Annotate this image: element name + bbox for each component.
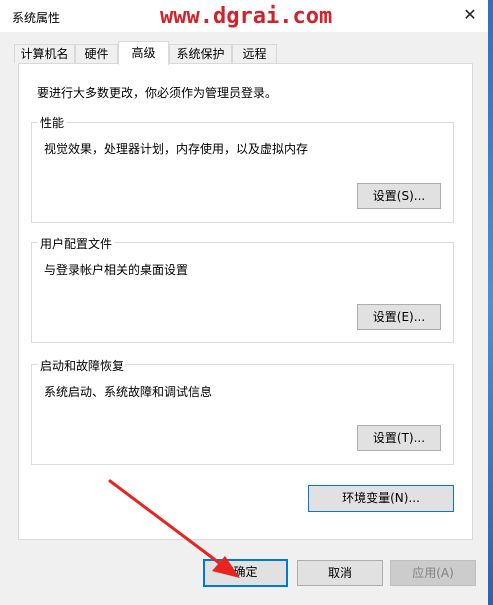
- group-startup-title: 启动和故障恢复: [38, 357, 127, 374]
- profiles-settings-button[interactable]: 设置(E)...: [357, 304, 441, 330]
- group-startup-desc: 系统启动、系统故障和调试信息: [44, 385, 213, 399]
- tab-remote[interactable]: 远程: [232, 44, 277, 63]
- watermark-text: www.dgrai.com: [160, 4, 333, 29]
- group-performance-desc: 视觉效果，处理器计划，内存使用，以及虚拟内存: [44, 142, 309, 156]
- admin-note: 要进行大多数更改，你必须作为管理员登录。: [37, 86, 278, 100]
- group-profiles-desc: 与登录帐户相关的桌面设置: [44, 263, 189, 277]
- performance-settings-button[interactable]: 设置(S)...: [357, 183, 441, 209]
- ok-button[interactable]: 确定: [203, 559, 288, 587]
- tab-advanced[interactable]: 高级: [118, 41, 169, 65]
- group-performance-title: 性能: [38, 114, 67, 131]
- apply-button[interactable]: 应用(A): [390, 560, 476, 586]
- title-bar: 系统属性 www.dgrai.com ✕: [0, 0, 488, 32]
- tab-computer-name[interactable]: 计算机名: [14, 44, 75, 63]
- startup-settings-button[interactable]: 设置(T)...: [357, 425, 441, 451]
- window-title: 系统属性: [12, 11, 61, 25]
- close-icon[interactable]: ✕: [456, 2, 484, 28]
- desktop-edge: [488, 0, 493, 605]
- environment-variables-button[interactable]: 环境变量(N)...: [308, 485, 454, 512]
- cancel-button[interactable]: 取消: [297, 560, 383, 586]
- tab-hardware[interactable]: 硬件: [75, 44, 118, 63]
- group-profiles-title: 用户配置文件: [38, 235, 115, 252]
- tab-system-protection[interactable]: 系统保护: [169, 44, 232, 63]
